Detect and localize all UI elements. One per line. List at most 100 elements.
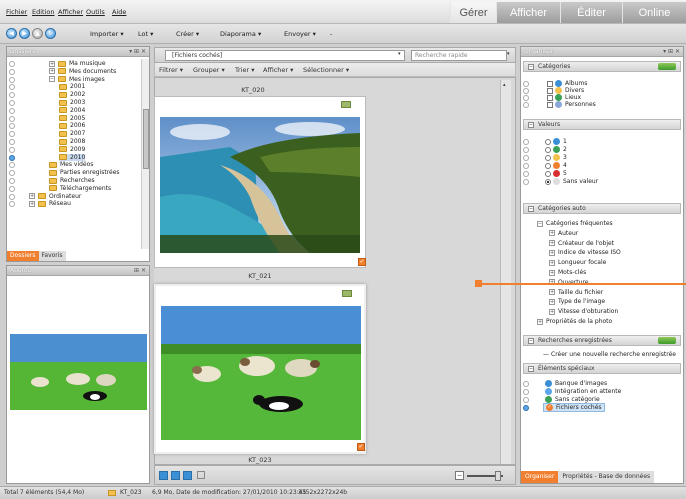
filter-circle[interactable]	[523, 147, 529, 153]
menu-afficher[interactable]: Afficher	[58, 8, 83, 16]
filter-circle[interactable]	[9, 131, 15, 138]
expand-icon[interactable]: +	[549, 289, 555, 296]
more-button[interactable]: ‐	[330, 30, 332, 38]
add-search-icon[interactable]	[658, 337, 676, 344]
special-sans-categorie[interactable]: Sans catégorie	[545, 396, 600, 403]
category-personnes[interactable]: Personnes	[547, 101, 596, 108]
expand-icon[interactable]: +	[29, 193, 35, 200]
value-filter[interactable]: 4	[545, 162, 567, 169]
add-category-icon[interactable]	[658, 63, 676, 70]
expand-icon[interactable]: +	[549, 269, 555, 276]
filter-circle[interactable]	[9, 154, 15, 161]
collapse-icon[interactable]: −	[528, 365, 534, 372]
radio-button[interactable]	[545, 162, 551, 169]
filter-circle[interactable]	[523, 102, 529, 108]
section-categories-auto[interactable]: − Catégories auto	[523, 203, 681, 214]
folder-item[interactable]: + Ordinateur	[29, 193, 81, 200]
tag-icon[interactable]	[171, 471, 180, 480]
checked-icon[interactable]: ✓	[358, 258, 366, 266]
forward-icon[interactable]: ▶	[19, 28, 30, 39]
create-button[interactable]: Créer ▾	[176, 30, 199, 38]
special-fichiers-coches[interactable]: ✓ Fichiers cochés	[543, 403, 605, 412]
filter-circle[interactable]	[9, 178, 15, 184]
auto-category-item[interactable]: + Indice de vitesse ISO	[549, 249, 621, 256]
auto-category-item[interactable]: + Propriétés de la photo	[537, 318, 612, 325]
expand-icon[interactable]: +	[49, 60, 55, 67]
zoom-slider-handle[interactable]	[495, 471, 501, 481]
filter-circle[interactable]	[523, 139, 529, 145]
folder-item[interactable]: 2004	[59, 107, 85, 114]
tab-dossiers[interactable]: Dossiers	[7, 251, 39, 261]
folder-item[interactable]: 2001	[59, 83, 85, 90]
expand-icon[interactable]: +	[549, 308, 555, 315]
auto-category-item[interactable]: + Créateur de l'objet	[549, 240, 614, 247]
mode-editer[interactable]: Éditer	[560, 2, 622, 23]
rotate-icon[interactable]	[183, 471, 192, 480]
delete-icon[interactable]	[197, 471, 205, 479]
filter-circle[interactable]	[523, 397, 529, 403]
filter-circle[interactable]	[523, 155, 529, 161]
view-menu[interactable]: Afficher ▾	[263, 66, 293, 74]
group-menu[interactable]: Grouper ▾	[193, 66, 225, 74]
filter-circle[interactable]	[9, 162, 15, 169]
filter-circle[interactable]	[523, 171, 529, 177]
filter-menu[interactable]: Filtrer ▾	[159, 66, 183, 74]
send-button[interactable]: Envoyer ▾	[284, 30, 316, 38]
expand-icon[interactable]: +	[49, 68, 55, 75]
auto-category-item[interactable]: + Taille du fichier	[549, 289, 603, 296]
radio-button[interactable]	[545, 146, 551, 153]
filter-circle[interactable]	[523, 88, 529, 94]
value-filter[interactable]: 2	[545, 146, 567, 153]
menu-aide[interactable]: Aide	[112, 8, 126, 16]
filter-circle[interactable]	[523, 81, 529, 87]
browser-scrollbar[interactable]: ▴	[500, 80, 511, 464]
folder-item[interactable]: Téléchargements	[49, 185, 111, 192]
slideshow-button[interactable]: Diaporama ▾	[220, 30, 261, 38]
expand-icon[interactable]: +	[549, 249, 555, 256]
filter-circle[interactable]	[9, 146, 15, 153]
section-categories[interactable]: − Catégories	[523, 61, 681, 72]
special-banque-images[interactable]: Banque d'images	[545, 380, 607, 387]
back-icon[interactable]: ◀	[6, 28, 17, 39]
collapse-icon[interactable]: −	[528, 337, 534, 344]
filter-circle[interactable]	[9, 92, 15, 99]
value-filter[interactable]: Sans valeur	[545, 178, 598, 185]
folder-item[interactable]: Mes vidéos	[49, 161, 93, 168]
filter-circle-active[interactable]	[523, 405, 529, 411]
section-valeurs[interactable]: − Valeurs	[523, 119, 681, 130]
folder-item[interactable]: − Mes images	[49, 76, 105, 83]
tab-proprietes[interactable]: Propriétés - Base de données	[558, 471, 655, 483]
folder-item[interactable]: 2006	[59, 122, 85, 129]
expand-icon[interactable]: +	[549, 230, 555, 237]
mode-online[interactable]: Online	[622, 2, 686, 23]
auto-category-item[interactable]: + Type de l'image	[549, 298, 605, 305]
filter-circle[interactable]	[9, 107, 15, 114]
expand-icon[interactable]: +	[549, 259, 555, 266]
checked-icon[interactable]: ✓	[357, 443, 365, 451]
special-integration[interactable]: Intégration en attente	[545, 388, 621, 395]
value-filter[interactable]: 3	[545, 154, 567, 161]
select-all-icon[interactable]	[159, 471, 168, 480]
folder-item[interactable]: 2010	[59, 153, 86, 161]
path-dropdown-icon[interactable]: ▾	[398, 51, 401, 57]
filter-circle[interactable]	[9, 84, 15, 91]
filter-circle[interactable]	[9, 76, 15, 83]
folder-item[interactable]: + Ma musique	[49, 60, 106, 67]
filter-circle[interactable]	[523, 179, 529, 185]
auto-category-item[interactable]: + Vitesse d'obturation	[549, 308, 618, 315]
filter-circle[interactable]	[9, 61, 15, 67]
folder-item[interactable]: Parties enregistrées	[49, 169, 120, 176]
folder-item[interactable]: Recherches	[49, 177, 95, 184]
filter-circle[interactable]	[9, 115, 15, 122]
filter-circle[interactable]	[9, 170, 15, 177]
expand-icon[interactable]: −	[49, 76, 55, 83]
quick-search-input[interactable]: Recherche rapide	[411, 50, 507, 61]
auto-category-item[interactable]: + Auteur	[549, 230, 578, 237]
path-field[interactable]: [Fichiers cochés]	[165, 50, 405, 61]
filter-circle[interactable]	[9, 193, 15, 200]
filter-circle[interactable]	[9, 123, 15, 130]
value-filter[interactable]: 1	[545, 138, 567, 145]
filter-circle[interactable]	[523, 163, 529, 169]
filter-circle[interactable]	[523, 95, 529, 101]
radio-button[interactable]	[545, 178, 551, 185]
